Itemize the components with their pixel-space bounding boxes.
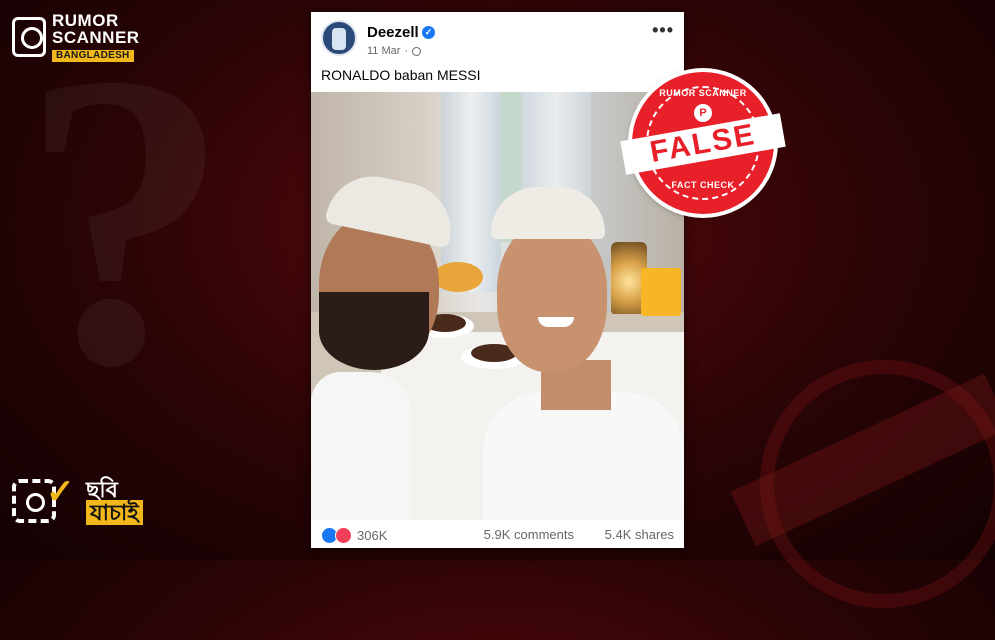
more-options-button[interactable]: ••• bbox=[652, 20, 674, 41]
brand-text: RUMOR SCANNER BANGLADESH bbox=[52, 12, 140, 62]
stamp-top-text: RUMOR SCANNER bbox=[659, 88, 747, 98]
post-meta: 11 Mar · bbox=[367, 45, 422, 57]
shares-count[interactable]: 5.4K shares bbox=[605, 527, 674, 542]
photo-check-line1: ছবি bbox=[86, 477, 118, 502]
globe-icon bbox=[412, 46, 422, 56]
brand-line-bangladesh: BANGLADESH bbox=[52, 50, 134, 62]
background-question-mark: ? bbox=[20, 0, 230, 452]
comments-count[interactable]: 5.9K comments bbox=[484, 527, 574, 542]
post-footer: 306K 5.9K comments 5.4K shares bbox=[311, 520, 684, 548]
post-header: Deezell ✓ 11 Mar · ••• bbox=[311, 12, 684, 66]
photo-check-logo: ✓ ছবি যাচাই bbox=[12, 473, 143, 526]
post-caption: RONALDO baban MESSI bbox=[321, 67, 481, 83]
social-post-card: Deezell ✓ 11 Mar · ••• RONALDO baban MES… bbox=[311, 12, 684, 548]
author-name[interactable]: Deezell bbox=[367, 24, 419, 41]
reactions[interactable]: 306K bbox=[321, 527, 387, 544]
phone-check-icon bbox=[12, 17, 46, 57]
photo-check-text: ছবি যাচাই bbox=[86, 477, 143, 526]
brand-line-scanner: SCANNER bbox=[52, 28, 140, 47]
post-date[interactable]: 11 Mar bbox=[367, 45, 400, 57]
reactions-count: 306K bbox=[357, 528, 388, 543]
love-icon bbox=[335, 527, 352, 544]
brand-line-rumor: RUMOR bbox=[52, 11, 119, 30]
rumor-scanner-logo: RUMOR SCANNER BANGLADESH bbox=[12, 12, 140, 62]
stamp-bottom-text: FACT CHECK bbox=[671, 180, 735, 190]
author-avatar[interactable] bbox=[321, 20, 357, 56]
photo-check-line2: যাচাই bbox=[86, 500, 143, 526]
false-stamp: RUMOR SCANNER P FALSE FACT CHECK bbox=[620, 72, 786, 214]
stamp-letter: P bbox=[694, 104, 712, 122]
check-mark-icon: ✓ bbox=[46, 473, 75, 511]
verified-badge-icon: ✓ bbox=[422, 26, 435, 39]
